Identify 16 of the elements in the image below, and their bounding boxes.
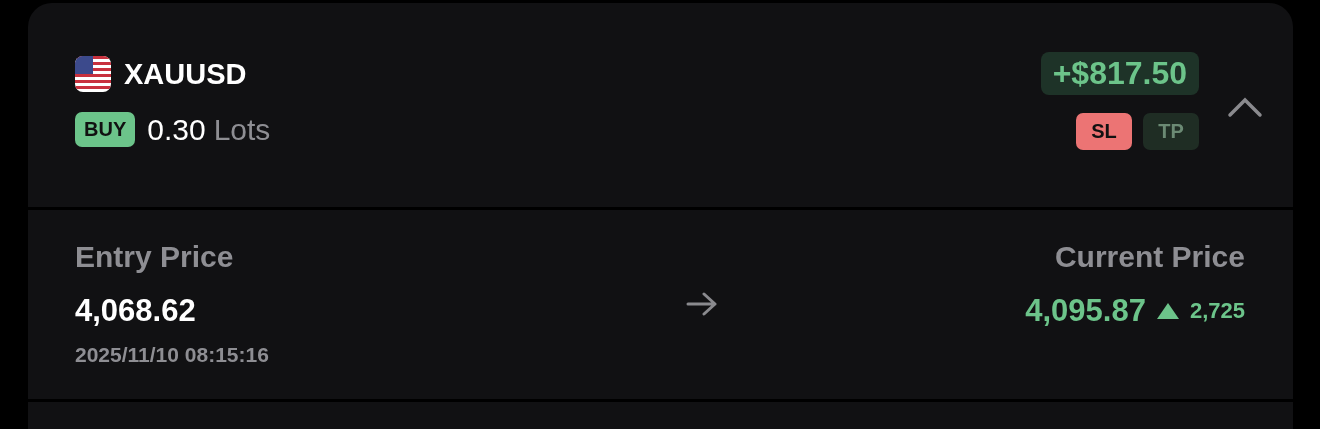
current-price: 4,095.87 xyxy=(1025,293,1146,329)
lot-unit: Lots xyxy=(213,112,271,147)
lot-size: 0.30 xyxy=(147,112,206,147)
entry-price: 4,068.62 xyxy=(75,293,197,329)
arrow-right-icon xyxy=(686,292,719,316)
stop-loss-badge: SL xyxy=(1076,113,1132,150)
take-profit-badge: TP xyxy=(1143,113,1199,150)
profit-badge: +$817.50 xyxy=(1040,52,1199,95)
price-change: 2,725 xyxy=(1189,298,1245,324)
side-badge: BUY xyxy=(75,112,136,147)
entry-time: 2025/11/10 08:15:16 xyxy=(75,343,269,367)
collapse-chevron[interactable] xyxy=(1227,96,1263,118)
current-price-label: Current Price xyxy=(1054,240,1245,274)
symbol-name: XAUUSD xyxy=(124,57,247,91)
entry-price-label: Entry Price xyxy=(75,240,235,274)
flag-icon xyxy=(75,56,111,92)
